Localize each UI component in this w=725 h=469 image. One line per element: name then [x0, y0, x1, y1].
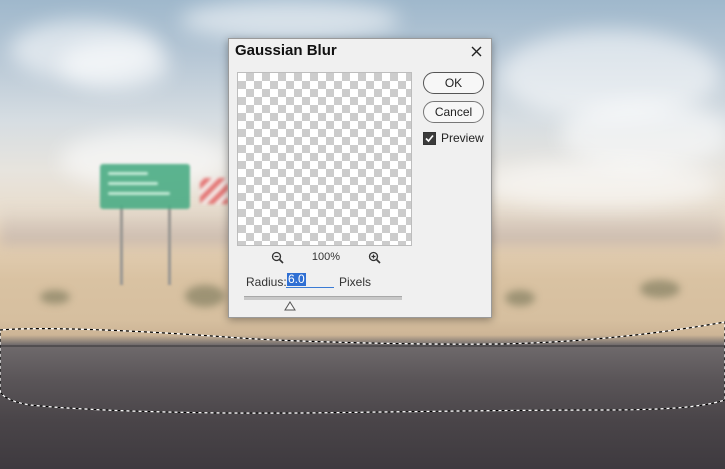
bush: [640, 280, 680, 298]
preview-checkbox[interactable]: Preview: [423, 131, 484, 145]
striped-marker: [200, 178, 228, 204]
checkbox-box[interactable]: [423, 131, 436, 145]
cancel-button[interactable]: Cancel: [423, 101, 484, 123]
cloud: [180, 0, 400, 40]
zoom-in-icon[interactable]: [368, 251, 381, 264]
zoom-out-icon[interactable]: [271, 251, 284, 264]
radius-unit: Pixels: [339, 275, 372, 289]
road-edge: [0, 345, 725, 347]
preview-label: Preview: [441, 131, 484, 145]
sign-post: [120, 205, 123, 285]
close-button[interactable]: [466, 41, 486, 61]
bush: [185, 285, 225, 307]
close-icon: [471, 46, 482, 57]
gaussian-blur-dialog: Gaussian Blur OK Cancel Preview 100% Rad…: [228, 38, 492, 318]
checkmark-icon: [425, 134, 434, 142]
cloud: [480, 160, 720, 210]
slider-thumb-icon[interactable]: [283, 298, 296, 311]
ok-button[interactable]: OK: [423, 72, 484, 94]
radius-label: Radius:: [246, 275, 287, 289]
road-sign: [100, 164, 190, 209]
bush: [505, 290, 535, 306]
cloud: [60, 40, 170, 90]
bush: [40, 290, 70, 304]
radius-value[interactable]: 6.0: [287, 273, 306, 286]
sign-post: [168, 205, 171, 285]
radius-slider-track[interactable]: [244, 296, 402, 300]
zoom-level: 100%: [311, 251, 341, 263]
preview-area[interactable]: [237, 72, 412, 246]
dialog-title: Gaussian Blur: [235, 42, 337, 59]
zoom-controls: 100%: [271, 250, 381, 264]
